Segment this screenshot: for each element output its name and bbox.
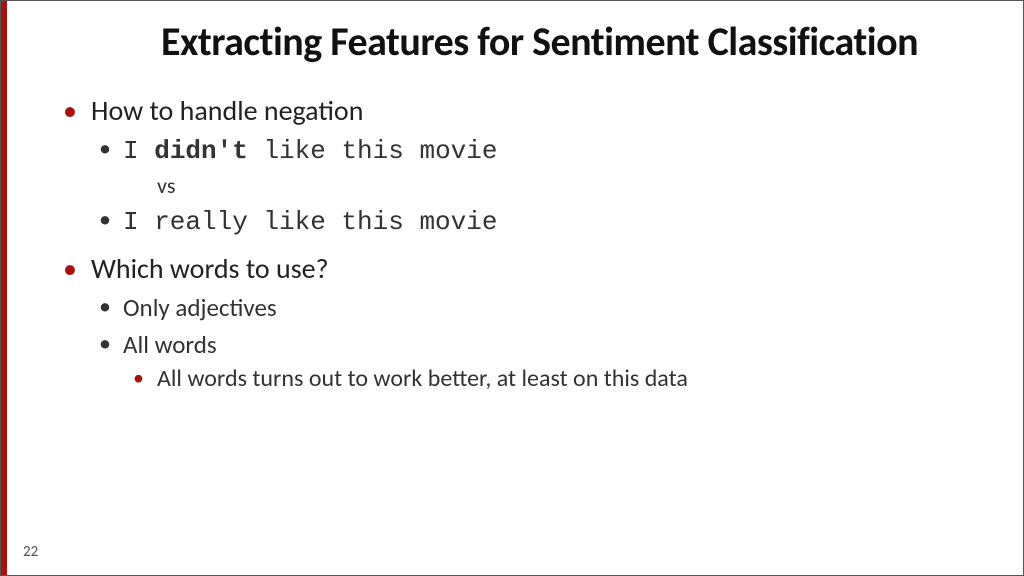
item-text: Only adjectives [123,292,277,323]
list-item: All words turns out to work better, at l… [123,364,983,393]
list-item: All words All words turns out to work be… [91,329,983,393]
item-text: I really like this movie [123,207,497,237]
slide: Extracting Features for Sentiment Classi… [1,1,1023,575]
item-text: How to handle negation [91,93,363,128]
vs-label: vs [157,172,983,199]
item-text: All words turns out to work better, at l… [157,364,688,393]
list-item: I didn't like this movie [91,134,983,166]
item-text: Which words to use? [91,251,329,286]
list-item: How to handle negation I didn't like thi… [61,93,983,237]
slide-title: Extracting Features for Sentiment Classi… [161,19,983,65]
page-number: 22 [23,543,38,561]
bullet-list: How to handle negation I didn't like thi… [61,93,983,393]
list-item: Only adjectives [91,292,983,323]
list-item: I really like this movie [91,205,983,237]
item-text: I didn't like this movie [123,136,497,166]
list-item: Which words to use? Only adjectives All … [61,251,983,393]
list-item: vs [91,172,983,199]
item-text: All words [123,329,217,360]
